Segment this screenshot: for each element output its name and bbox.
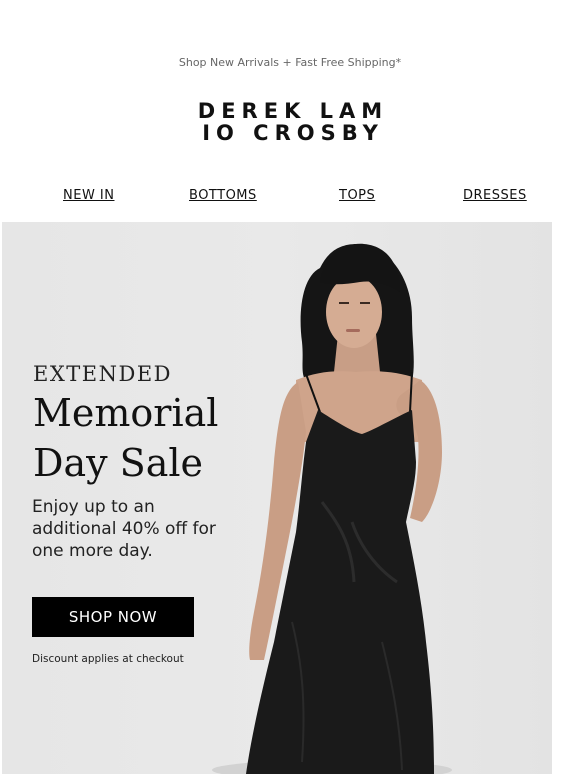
hero-headline-line2: Day Sale bbox=[33, 441, 203, 485]
shop-now-button[interactable]: SHOP NOW bbox=[32, 597, 194, 637]
brand-logo-line1: DEREK LAM bbox=[197, 99, 389, 123]
discount-note: Discount applies at checkout bbox=[32, 653, 184, 665]
nav-item-bottoms[interactable]: BOTTOMS bbox=[189, 188, 257, 203]
brand-logo[interactable]: DEREK LAM IO CROSBY bbox=[0, 100, 580, 144]
nav-item-tops[interactable]: TOPS bbox=[339, 188, 375, 203]
hero-subcopy: Enjoy up to an additional 40% off for on… bbox=[32, 497, 216, 561]
hero-headline: Memorial Day Sale bbox=[33, 388, 218, 488]
nav-item-dresses[interactable]: DRESSES bbox=[463, 188, 527, 203]
hero-headline-line1: Memorial bbox=[33, 391, 219, 435]
brand-logo-line2: IO CROSBY bbox=[202, 121, 384, 145]
hero-eyebrow: EXTENDED bbox=[33, 362, 172, 386]
category-nav: NEW IN BOTTOMS TOPS DRESSES bbox=[0, 188, 580, 208]
preheader-link[interactable]: Shop New Arrivals + Fast Free Shipping* bbox=[0, 56, 580, 69]
nav-item-new-in[interactable]: NEW IN bbox=[63, 188, 114, 203]
hero-banner[interactable]: EXTENDED Memorial Day Sale Enjoy up to a… bbox=[2, 222, 552, 774]
